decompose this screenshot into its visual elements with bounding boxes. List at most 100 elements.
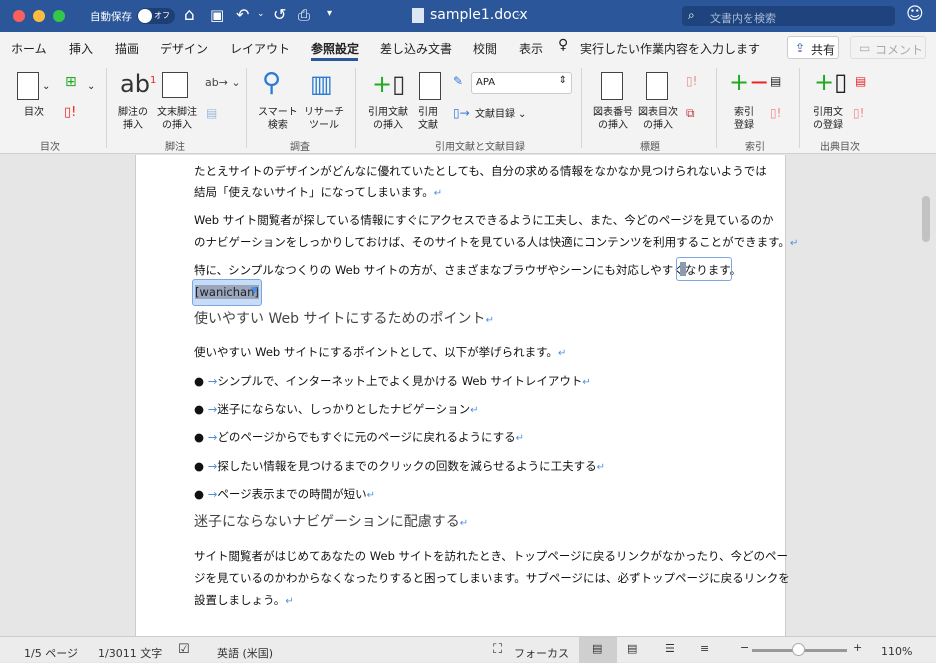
- home-icon[interactable]: ⌂: [184, 5, 195, 25]
- mark-entry-button[interactable]: 索引 登録: [734, 106, 754, 132]
- word-count[interactable]: 1/3011 文字: [98, 645, 162, 661]
- paragraph-line: 使いやすい Web サイトにするポイントとして、以下が挙げられます。↵: [194, 345, 567, 359]
- document-title: sample1.docx: [430, 7, 528, 23]
- citations-button[interactable]: 引用 文献: [418, 106, 438, 132]
- web-layout-icon[interactable]: ▤: [627, 642, 637, 655]
- tab-home[interactable]: ホーム: [11, 40, 47, 57]
- citation-style-select[interactable]: APA ⇕: [471, 72, 572, 94]
- page-count[interactable]: 1/5 ページ: [24, 645, 78, 661]
- bibliography-button[interactable]: 文献目録: [475, 108, 515, 121]
- mark-entry-icon[interactable]: +−: [729, 68, 769, 96]
- tab-design[interactable]: デザイン: [160, 40, 208, 57]
- bullet-item: ● →探したい情報を見つけるまでのクリックの回数を減らせるように工夫する↵: [194, 459, 606, 473]
- tab-view[interactable]: 表示: [519, 40, 543, 57]
- word-doc-icon: [412, 8, 424, 23]
- endnote-icon[interactable]: [162, 72, 188, 98]
- close-button[interactable]: [13, 10, 25, 22]
- add-text-dropdown-icon[interactable]: ⌄: [87, 80, 95, 93]
- heading: 迷子にならないナビゲーションに配慮する↵: [194, 514, 469, 530]
- bibliography-dropdown-icon[interactable]: ⌄: [518, 108, 526, 121]
- table-of-figures-icon[interactable]: [646, 72, 668, 100]
- researcher-button[interactable]: リサーチ ツール: [304, 106, 344, 132]
- group-label-index: 索引: [745, 142, 765, 153]
- zoom-button[interactable]: [53, 10, 65, 22]
- insert-tof-button[interactable]: 図表目次 の挿入: [638, 106, 678, 132]
- insert-toa-icon[interactable]: ▤: [855, 74, 866, 88]
- update-index-icon[interactable]: ▯!: [770, 106, 781, 120]
- toc-button[interactable]: 目次: [24, 106, 44, 119]
- outline-icon[interactable]: ☰: [665, 642, 675, 655]
- update-tof-icon[interactable]: ▯!: [686, 74, 697, 88]
- insert-caption-icon[interactable]: [601, 72, 623, 100]
- customize-toolbar-icon[interactable]: ▾: [327, 8, 332, 19]
- zoom-slider-thumb[interactable]: [792, 643, 805, 656]
- search-icon: ⌕: [688, 8, 695, 22]
- manage-sources-icon[interactable]: ✎: [453, 74, 463, 88]
- zoom-out-button[interactable]: −: [740, 641, 749, 654]
- focus-icon[interactable]: ⛶: [493, 642, 502, 657]
- researcher-icon[interactable]: ▥: [310, 70, 333, 98]
- save-icon[interactable]: ▣: [210, 6, 224, 24]
- smart-lookup-button[interactable]: スマート 検索: [258, 106, 298, 132]
- tab-layout[interactable]: レイアウト: [230, 40, 290, 57]
- undo-dropdown-icon[interactable]: ⌄: [257, 9, 265, 19]
- insert-citation-icon[interactable]: +▯: [372, 70, 405, 98]
- toc-dropdown-icon[interactable]: ⌄: [42, 80, 50, 93]
- minimize-button[interactable]: [33, 10, 45, 22]
- zoom-level[interactable]: 110%: [881, 645, 912, 658]
- focus-button[interactable]: フォーカス: [514, 645, 569, 661]
- tab-references[interactable]: 参照設定: [311, 40, 359, 57]
- feedback-smiley-icon[interactable]: ☺: [906, 4, 924, 24]
- insert-endnote-button[interactable]: 文末脚注 の挿入: [157, 106, 197, 132]
- undo-icon[interactable]: ↶: [236, 5, 249, 24]
- vertical-scrollbar-thumb[interactable]: [922, 196, 930, 242]
- cross-reference-icon[interactable]: ⧉: [686, 106, 695, 121]
- proofing-icon[interactable]: ☑: [178, 642, 190, 657]
- update-table-icon[interactable]: ▯!: [64, 105, 76, 120]
- citations-icon[interactable]: [419, 72, 441, 100]
- smart-lookup-icon[interactable]: ⚲: [262, 68, 281, 98]
- draft-icon[interactable]: ≡: [700, 642, 709, 655]
- tab-draw[interactable]: 描画: [115, 40, 139, 57]
- content-control-dropdown-icon[interactable]: ▼: [251, 286, 258, 296]
- search-input[interactable]: ⌕ 文書内を検索: [682, 6, 895, 26]
- next-footnote-icon[interactable]: ab→ ⌄: [205, 76, 241, 89]
- language[interactable]: 英語 (米国): [217, 645, 273, 661]
- insert-index-icon[interactable]: ▤: [770, 74, 781, 88]
- document-page[interactable]: たとえサイトのデザインがどんなに優れていたとしても、自分の求める情報をなかなか見…: [135, 155, 798, 636]
- add-text-icon[interactable]: ⊞: [65, 74, 77, 90]
- comment-author: [wanichan]: [195, 285, 259, 299]
- paragraph-line: 特に、シンプルなつくりの Web サイトの方が、さまざまなブラウザやシーンにも対…: [194, 263, 742, 277]
- title-chevron-icon[interactable]: ⌄: [515, 9, 523, 19]
- mark-citation-button[interactable]: 引用文 の登録: [813, 106, 843, 132]
- bibliography-icon[interactable]: ▯→: [453, 106, 470, 120]
- insert-citation-button[interactable]: 引用文献 の挿入: [368, 106, 408, 132]
- tab-mailings[interactable]: 差し込み文書: [380, 40, 452, 57]
- tab-insert[interactable]: 挿入: [69, 40, 93, 57]
- autosave-toggle[interactable]: オフ: [137, 8, 175, 24]
- tab-review[interactable]: 校閲: [473, 40, 497, 57]
- autosave-label: 自動保存: [90, 11, 132, 23]
- show-notes-icon[interactable]: ▤: [206, 106, 217, 120]
- tell-me-input[interactable]: 実行したい作業内容を入力します: [580, 40, 760, 57]
- update-toa-icon[interactable]: ▯!: [853, 106, 864, 120]
- table-of-contents-icon[interactable]: [17, 72, 39, 100]
- comment-anchor-box[interactable]: [676, 257, 732, 281]
- footnote-icon[interactable]: ab1: [120, 70, 156, 98]
- share-button[interactable]: ⇪ 共有: [787, 36, 839, 59]
- comments-button[interactable]: ▭ コメント: [850, 36, 926, 59]
- lightbulb-icon: ♀: [558, 37, 569, 53]
- print-icon[interactable]: ⎙: [298, 6, 310, 24]
- group-label-footnotes: 脚注: [165, 142, 185, 153]
- comment-content-control[interactable]: [wanichan] ▼: [192, 279, 262, 306]
- zoom-in-button[interactable]: +: [853, 641, 862, 654]
- insert-caption-button[interactable]: 図表番号 の挿入: [593, 106, 633, 132]
- active-tab-underline: [311, 58, 358, 61]
- ribbon-tabs: ホーム 挿入 描画 デザイン レイアウト 参照設定 差し込み文書 校閲 表示 ♀…: [0, 32, 936, 62]
- paragraph-line: Web サイト閲覧者が探している情報にすぐにアクセスできるように工夫し、また、今…: [194, 213, 774, 227]
- redo-icon[interactable]: ↺: [273, 5, 286, 24]
- mark-citation-icon[interactable]: +▯: [814, 68, 847, 96]
- insert-footnote-button[interactable]: 脚注の 挿入: [118, 106, 148, 132]
- print-layout-button[interactable]: ▤: [579, 637, 617, 663]
- stepper-chevron-icon: ⇕: [558, 75, 567, 86]
